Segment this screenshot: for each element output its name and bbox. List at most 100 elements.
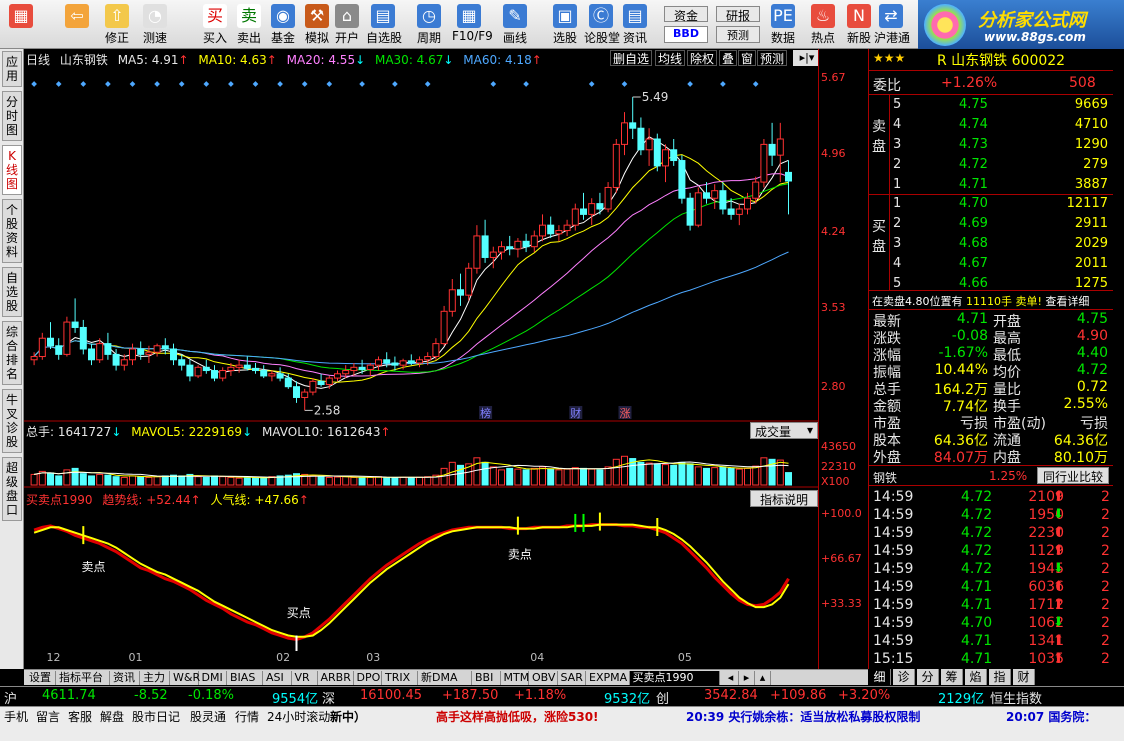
status-item-0[interactable]: 手机 (4, 708, 28, 725)
indicator-tab-13[interactable]: BBI (472, 671, 501, 685)
status-item-4[interactable]: 股市日记 (132, 708, 180, 725)
panel-tab-6[interactable]: 财 (1013, 669, 1035, 685)
indicator-tab-8[interactable]: VR (292, 671, 318, 685)
lock-button[interactable]: ⌂ 开户 (330, 2, 364, 47)
news-ticker-2[interactable]: 高手这样高抛低吸，涨险530! (436, 708, 599, 725)
indicator-help-button[interactable]: 指标说明 (750, 490, 818, 507)
buy-button[interactable]: 买买入 (198, 2, 232, 47)
indicator-tab-0[interactable]: 设置 (26, 671, 56, 685)
scroll-arrow-icon[interactable]: ◂ (724, 671, 739, 685)
kline-chart-svg[interactable]: 5.492.58 榜财涨卖点卖点买点12 01 02 03 04 05 (24, 49, 818, 669)
status-item-7[interactable]: 24小时滚动 (267, 708, 330, 725)
forecast-button[interactable]: 预测 (716, 26, 760, 43)
clock-button[interactable]: ◔ 测速 (138, 2, 172, 47)
home-grid-button[interactable]: ▦ (4, 2, 38, 47)
newstock-button[interactable]: N 新股 (842, 2, 876, 47)
chart-btn-5[interactable]: 预测 (757, 50, 788, 66)
industry-percent: 1.25% (989, 469, 1028, 483)
volume-select[interactable]: 成交量 ▾ (750, 422, 818, 439)
indicator-tab-4[interactable]: W&R (170, 671, 200, 685)
panel-tab-5[interactable]: 指 (989, 669, 1011, 685)
indicator-tab-10[interactable]: DPO (354, 671, 382, 685)
industry-compare-button[interactable]: 同行业比较 (1037, 467, 1109, 484)
pe-button[interactable]: PE 数据 (766, 2, 800, 47)
forum-button[interactable]: Ⓒ 论股堂 (584, 2, 620, 47)
candle-body (621, 122, 628, 145)
scroll-arrow-icon[interactable]: ▴ (756, 671, 771, 685)
indicator-tab-9[interactable]: ARBR (318, 671, 354, 685)
watchlist-button[interactable]: ▤ 自选股 (366, 2, 403, 47)
left-tab-3[interactable]: 个股资料 (2, 199, 22, 263)
left-tab-1[interactable]: 分时图 (2, 91, 22, 141)
index-bar[interactable]: 沪 4611.74 -8.52 -0.18% 9554亿 深 16100.45 … (0, 686, 1124, 707)
indicator-tab-16[interactable]: SAR (558, 671, 586, 685)
hk-button[interactable]: ⇄ 沪港通 (874, 2, 910, 47)
panel-tab-3[interactable]: 筹 (941, 669, 963, 685)
period-button[interactable]: ◷ 周期 (412, 2, 446, 47)
screen-button[interactable]: ▣ 选股 (548, 2, 582, 47)
indicator-tab-1[interactable]: 指标平台 (56, 671, 110, 685)
chart-btn-3[interactable]: 叠 (719, 50, 738, 66)
pen-button[interactable]: ✎ 画线 (498, 2, 532, 47)
left-tab-2[interactable]: K线图 (2, 145, 22, 195)
status-item-6[interactable]: 行情 (235, 708, 259, 725)
scroll-arrow-icon[interactable]: ▸ (740, 671, 755, 685)
indicator-tab-2[interactable]: 资讯 (110, 671, 140, 685)
indicator-tab-3[interactable]: 主力 (140, 671, 170, 685)
indicator-tab-11[interactable]: TRIX (382, 671, 418, 685)
bbd-button[interactable]: BBD (664, 26, 708, 43)
period-label[interactable]: 日线 (26, 53, 50, 67)
capital-dropdown[interactable]: 资金 (664, 6, 708, 23)
chart-btn-2[interactable]: 除权 (687, 50, 718, 66)
kline-chart-area[interactable]: 5.49 2.58 榜财涨卖点 卖点 买点 12 01 02 03 04 05 日线 山东钢铁 MA… (24, 49, 821, 669)
status-item-1[interactable]: 留言 (36, 708, 60, 725)
toolbar-label: 自选股 (366, 31, 403, 45)
hk-icon: ⇄ (879, 4, 903, 28)
refresh-button[interactable]: ⇧ 修正 (100, 2, 134, 47)
left-tab-0[interactable]: 应用 (2, 51, 22, 87)
logo-banner[interactable]: 分析家公式网 www.88gs.com (918, 0, 1124, 49)
indicator-tab-14[interactable]: MTM (501, 671, 529, 685)
panel-tab-1[interactable]: 诊 (893, 669, 915, 685)
chart-btn-1[interactable]: 均线 (655, 50, 686, 66)
indicator-tab-18[interactable]: 买卖点1990 (629, 671, 720, 685)
ask-volume: 3887 (1074, 177, 1108, 192)
hot-button[interactable]: ♨ 热点 (806, 2, 840, 47)
toolbar-label: 开户 (334, 31, 359, 45)
status-item-5[interactable]: 股灵通 (190, 708, 226, 725)
panel-tab-4[interactable]: 焰 (965, 669, 987, 685)
left-tab-7[interactable]: 超级盘口 (2, 457, 22, 521)
indicator-tab-5[interactable]: DMI (199, 671, 227, 685)
panel-tab-0[interactable]: 细 (869, 669, 891, 685)
indicator-tab-6[interactable]: BIAS (227, 671, 263, 685)
panel-tab-2[interactable]: 分 (917, 669, 939, 685)
chart-btn-0[interactable]: 删自选 (610, 50, 653, 66)
report-button[interactable]: 研报 (716, 6, 760, 23)
indicator-tab-12[interactable]: 新DMA (418, 671, 472, 685)
candle-body (71, 321, 79, 328)
hammer-button[interactable]: ⚒ 模拟 (300, 2, 334, 47)
fund-button[interactable]: ◉ 基金 (266, 2, 300, 47)
left-tab-4[interactable]: 自选股 (2, 267, 22, 317)
news-ticker-3[interactable]: 20:39 央行姚余栋：适当放松私募股权限制 (686, 708, 920, 725)
left-tab-6[interactable]: 牛叉诊股 (2, 389, 22, 453)
chart-menu-icon[interactable]: ▸|▾ (793, 50, 821, 66)
sh-amount: 9554亿 (272, 692, 319, 707)
news-button[interactable]: ▤ 资讯 (618, 2, 652, 47)
indicator-tab-15[interactable]: OBV (529, 671, 558, 685)
hang-seng-label: 恒生指数 (990, 692, 1043, 707)
back-button[interactable]: ⇦ (60, 2, 94, 47)
news-ticker-1[interactable]: 新中） (330, 708, 366, 725)
left-tab-5[interactable]: 综合排名 (2, 321, 22, 385)
pe-icon: PE (771, 4, 795, 28)
f10-button[interactable]: ▦ F10/F9 (452, 2, 493, 47)
news-ticker-4[interactable]: 20:07 国务院： (1006, 708, 1096, 725)
order-notice[interactable]: 在卖盘4.80位置有 11110手 卖单! 查看详细 (872, 293, 1089, 309)
indicator-tab-7[interactable]: ASI (263, 671, 292, 685)
order-detail-link[interactable]: 查看详细 (1045, 295, 1089, 308)
status-item-3[interactable]: 解盘 (100, 708, 124, 725)
sell-button[interactable]: 卖卖出 (232, 2, 266, 47)
chart-btn-4[interactable]: 窗 (738, 50, 757, 66)
status-item-2[interactable]: 客服 (68, 708, 92, 725)
indicator-tab-17[interactable]: EXPMA (586, 671, 630, 685)
